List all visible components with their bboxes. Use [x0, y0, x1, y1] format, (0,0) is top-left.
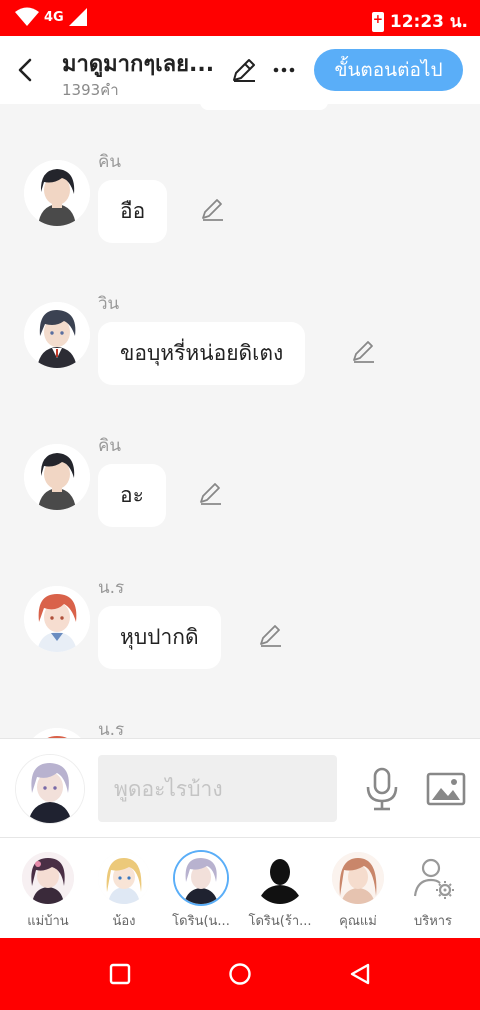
sender-name: คิน — [98, 152, 121, 172]
back-arrow-icon[interactable] — [12, 56, 40, 84]
avatar-silhouette — [254, 852, 306, 904]
next-step-button[interactable]: ขั้นตอนต่อไป — [314, 49, 463, 91]
chat-message: วิน ขอบุหรี่หน่อยดิเตง — [0, 290, 480, 410]
sender-name: น.ร — [98, 720, 125, 738]
network-type: 4G — [44, 9, 64, 25]
chat-area[interactable]: คิน อือ วิน ขอบุหรี่หน่อยดิเตง คิน อะ น.… — [0, 104, 480, 738]
avatar-win[interactable] — [24, 302, 90, 368]
character-maid[interactable]: แม่บ้าน — [8, 848, 88, 934]
system-navigation-bar — [0, 938, 480, 1010]
avatar-kin[interactable] — [24, 160, 90, 226]
manage-characters-icon — [407, 852, 459, 904]
edit-pencil-icon[interactable] — [230, 56, 258, 84]
character-label: โดริน(ร้า... — [248, 914, 312, 929]
chat-message: น.ร — [0, 716, 480, 738]
sender-name: วิน — [98, 294, 120, 314]
status-bar: 4G 12:23 น. — [0, 0, 480, 36]
avatar-mother — [332, 852, 384, 904]
top-app-bar: มาดูมากๆเลย... 1393คำ ขั้นตอนต่อไป — [0, 36, 480, 104]
character-manage[interactable]: บริหาร — [393, 848, 473, 934]
character-label: แม่บ้าน — [27, 914, 69, 929]
message-bubble[interactable]: อือ — [98, 180, 168, 243]
character-dorin-2[interactable]: โดริน(ร้า... — [240, 848, 320, 934]
avatar-dorin — [175, 852, 227, 904]
character-mother[interactable]: คุณแม่ — [318, 848, 398, 934]
back-triangle-icon[interactable] — [348, 962, 372, 986]
word-count: 1393คำ — [62, 81, 119, 99]
current-speaker-avatar[interactable] — [16, 755, 84, 823]
avatar-kin[interactable] — [24, 444, 90, 510]
edit-message-pencil-icon[interactable] — [351, 338, 377, 364]
wifi-icon — [15, 7, 39, 26]
character-label: น้อง — [112, 914, 136, 929]
character-label: โดริน(น... — [172, 914, 230, 929]
character-sister[interactable]: น้อง — [84, 848, 164, 934]
battery-icon — [371, 11, 384, 32]
story-title[interactable]: มาดูมากๆเลย... — [62, 46, 222, 81]
avatar-student[interactable] — [24, 586, 90, 652]
chat-message: คิน อะ — [0, 432, 480, 552]
edit-message-pencil-icon[interactable] — [198, 480, 224, 506]
chat-message: คิน อือ — [0, 148, 480, 268]
home-circle-icon[interactable] — [228, 962, 252, 986]
edit-message-pencil-icon[interactable] — [200, 196, 226, 222]
image-upload-icon[interactable] — [426, 769, 466, 809]
clock: 12:23 น. — [389, 12, 468, 32]
message-bubble[interactable]: ขอบุหรี่หน่อยดิเตง — [98, 322, 306, 385]
chat-message: น.ร หุบปากดิ — [0, 574, 480, 694]
message-bubble[interactable]: หุบปากดิ — [98, 606, 221, 669]
edit-message-pencil-icon[interactable] — [258, 622, 284, 648]
message-bubble[interactable] — [200, 104, 328, 110]
avatar-sister — [98, 852, 150, 904]
more-options-icon[interactable] — [270, 56, 298, 84]
avatar-maid — [22, 852, 74, 904]
character-selector: แม่บ้าน น้อง โดริน(น... โดริน(ร้า... คุณ… — [0, 838, 480, 938]
character-label: บริหาร — [413, 914, 453, 929]
character-dorin-1[interactable]: โดริน(น... — [161, 848, 241, 934]
sender-name: น.ร — [98, 578, 125, 598]
message-bubble[interactable]: อะ — [98, 464, 166, 527]
recents-square-icon[interactable] — [108, 962, 132, 986]
message-input[interactable] — [98, 755, 337, 822]
signal-icon — [68, 8, 87, 26]
avatar-student[interactable] — [24, 728, 90, 738]
microphone-icon[interactable] — [364, 767, 400, 811]
message-input-bar — [0, 738, 480, 838]
sender-name: คิน — [98, 436, 121, 456]
character-label: คุณแม่ — [339, 914, 377, 929]
